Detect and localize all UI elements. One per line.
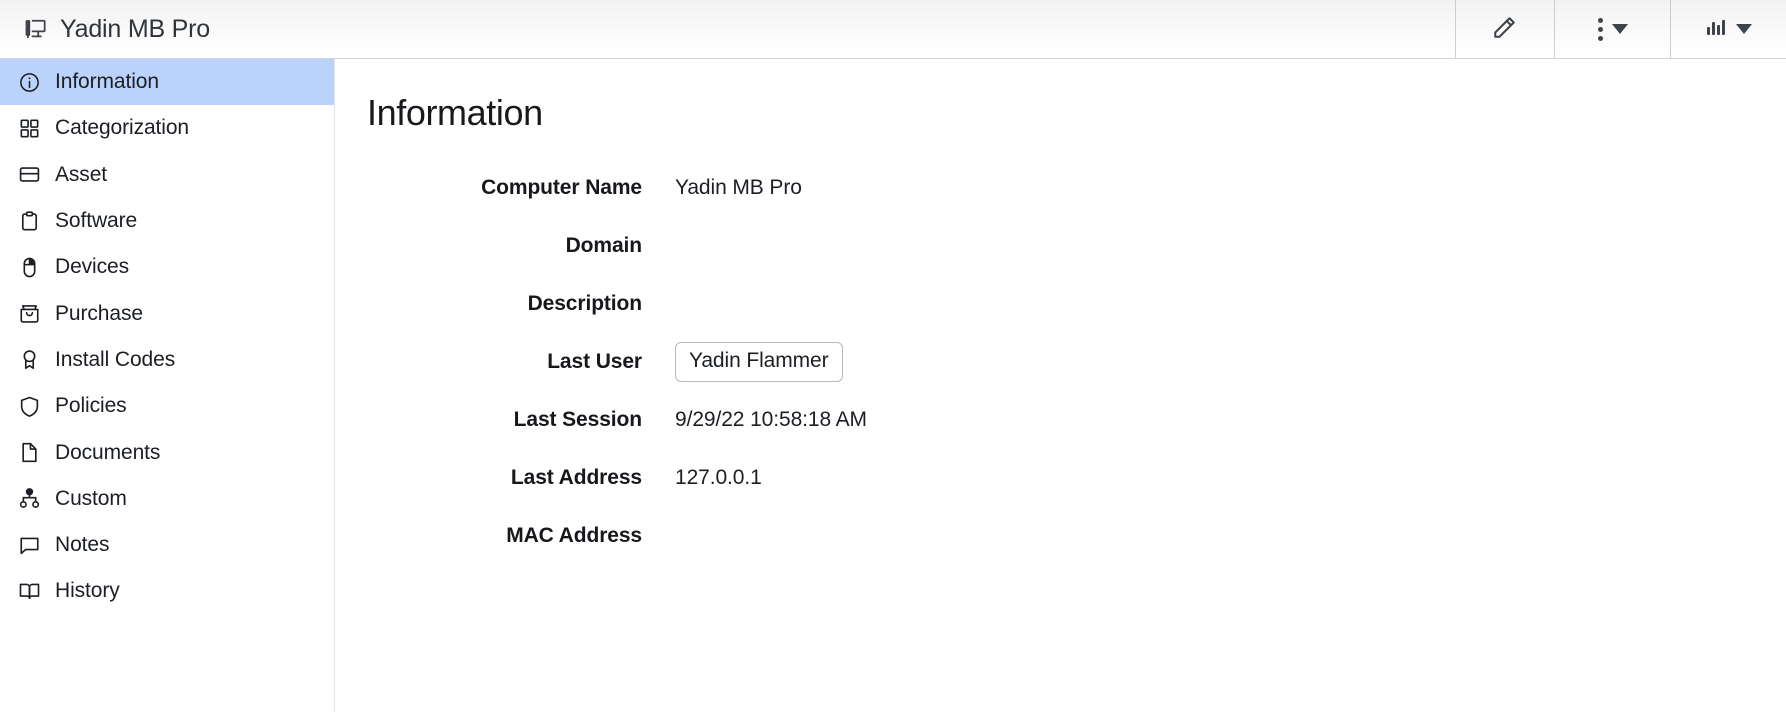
information-panel: Information Computer Name Yadin MB Pro D… bbox=[335, 59, 1786, 712]
field-row-computer-name: Computer Name Yadin MB Pro bbox=[365, 159, 1786, 217]
field-label: MAC Address bbox=[365, 524, 642, 548]
pencil-icon bbox=[1490, 12, 1520, 47]
vertical-dots-icon bbox=[1598, 18, 1603, 41]
field-row-domain: Domain bbox=[365, 217, 1786, 275]
last-user-chip[interactable]: Yadin Flammer bbox=[675, 342, 843, 381]
mouse-icon bbox=[17, 255, 41, 279]
window-title: Yadin MB Pro bbox=[60, 15, 210, 44]
field-label: Domain bbox=[365, 234, 642, 258]
header-toolbar bbox=[1455, 0, 1786, 58]
clipboard-icon bbox=[17, 209, 41, 233]
bar-chart-icon bbox=[1705, 16, 1727, 43]
sidebar-item-notes[interactable]: Notes bbox=[0, 522, 334, 568]
credit-card-icon bbox=[17, 163, 41, 187]
sidebar-item-label: Documents bbox=[55, 441, 160, 465]
shopping-bag-icon bbox=[17, 302, 41, 326]
field-label: Last Session bbox=[365, 408, 642, 432]
field-value-computer-name: Yadin MB Pro bbox=[675, 176, 802, 200]
window-header: Yadin MB Pro bbox=[0, 0, 1786, 59]
sidebar-item-label: Purchase bbox=[55, 302, 143, 326]
node-hierarchy-icon bbox=[17, 487, 41, 511]
header-title-zone: Yadin MB Pro bbox=[0, 0, 1455, 58]
field-row-last-address: Last Address 127.0.0.1 bbox=[365, 449, 1786, 507]
field-row-mac-address: MAC Address bbox=[365, 507, 1786, 565]
sidebar-item-label: Notes bbox=[55, 533, 109, 557]
field-row-last-user: Last User Yadin Flammer bbox=[365, 333, 1786, 391]
award-ribbon-icon bbox=[17, 348, 41, 372]
sidebar-item-label: Categorization bbox=[55, 116, 189, 140]
sidebar-item-label: Devices bbox=[55, 255, 129, 279]
computer-desktop-icon bbox=[22, 16, 48, 42]
sidebar-item-label: Software bbox=[55, 209, 137, 233]
chevron-down-icon bbox=[1736, 24, 1752, 34]
more-actions-menu-button[interactable] bbox=[1554, 0, 1670, 58]
field-value-last-session: 9/29/22 10:58:18 AM bbox=[675, 408, 867, 432]
sidebar-nav: Information Categorization bbox=[0, 59, 335, 712]
page-title: Information bbox=[365, 92, 1786, 134]
file-page-icon bbox=[17, 441, 41, 465]
sidebar-item-label: Install Codes bbox=[55, 348, 175, 372]
window-body: Information Categorization bbox=[0, 59, 1786, 712]
grid-squares-icon bbox=[17, 116, 41, 140]
field-row-description: Description bbox=[365, 275, 1786, 333]
field-label: Computer Name bbox=[365, 176, 642, 200]
sidebar-item-software[interactable]: Software bbox=[0, 198, 334, 244]
sidebar-item-categorization[interactable]: Categorization bbox=[0, 105, 334, 151]
sidebar-item-install-codes[interactable]: Install Codes bbox=[0, 337, 334, 383]
sidebar-item-devices[interactable]: Devices bbox=[0, 244, 334, 290]
sidebar-item-label: Policies bbox=[55, 394, 127, 418]
sidebar-item-label: Asset bbox=[55, 163, 107, 187]
speech-bubble-icon bbox=[17, 533, 41, 557]
open-book-icon bbox=[17, 579, 41, 603]
sidebar-item-purchase[interactable]: Purchase bbox=[0, 290, 334, 336]
field-value-last-address: 127.0.0.1 bbox=[675, 466, 762, 490]
info-circle-icon bbox=[17, 70, 41, 94]
reports-menu-button[interactable] bbox=[1670, 0, 1786, 58]
sidebar-item-history[interactable]: History bbox=[0, 568, 334, 614]
field-label: Description bbox=[365, 292, 642, 316]
field-label: Last Address bbox=[365, 466, 642, 490]
chevron-down-icon bbox=[1612, 24, 1628, 34]
sidebar-item-label: Information bbox=[55, 70, 159, 94]
shield-icon bbox=[17, 394, 41, 418]
sidebar-item-label: Custom bbox=[55, 487, 127, 511]
sidebar-item-custom[interactable]: Custom bbox=[0, 476, 334, 522]
field-row-last-session: Last Session 9/29/22 10:58:18 AM bbox=[365, 391, 1786, 449]
sidebar-item-policies[interactable]: Policies bbox=[0, 383, 334, 429]
sidebar-item-information[interactable]: Information bbox=[0, 59, 334, 105]
sidebar-item-asset[interactable]: Asset bbox=[0, 152, 334, 198]
field-label: Last User bbox=[365, 350, 642, 374]
sidebar-item-documents[interactable]: Documents bbox=[0, 429, 334, 475]
edit-button[interactable] bbox=[1455, 0, 1554, 58]
computer-detail-window: Yadin MB Pro bbox=[0, 0, 1786, 712]
sidebar-item-label: History bbox=[55, 579, 120, 603]
